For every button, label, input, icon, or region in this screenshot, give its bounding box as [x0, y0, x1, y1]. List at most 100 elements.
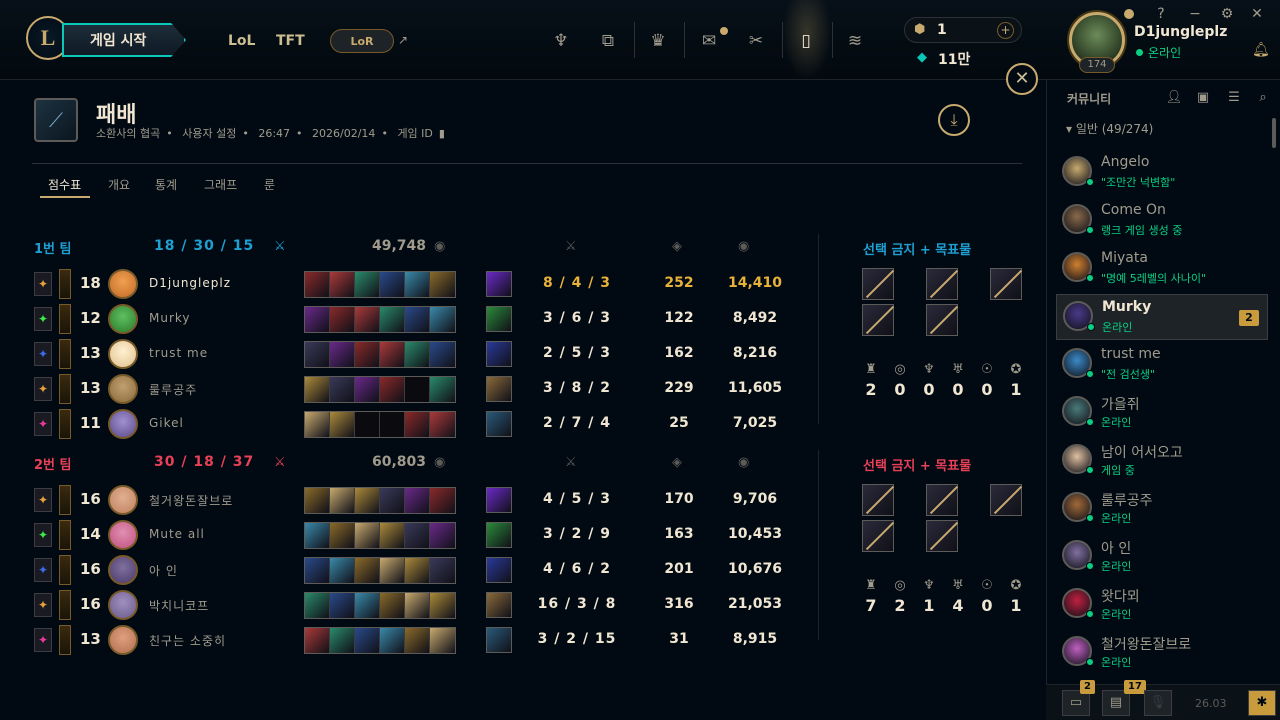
item-slot[interactable]: [380, 307, 405, 332]
champion-portrait[interactable]: [108, 590, 138, 620]
player-name[interactable]: Murky: [149, 311, 191, 325]
player-name[interactable]: trust me: [149, 346, 208, 360]
friend-item[interactable]: 남이 어서오고 게임 중: [1056, 438, 1268, 484]
add-friend-icon[interactable]: 👤︎: [1164, 90, 1184, 105]
item-slot[interactable]: [405, 488, 430, 513]
player-row[interactable]: ✦ 11 Gikel 2 / 7 / 4 25 7,025: [34, 409, 777, 439]
item-slot[interactable]: [330, 488, 355, 513]
player-name[interactable]: 철거왕돈잘브로: [149, 492, 233, 509]
item-slot[interactable]: [330, 307, 355, 332]
item-slot[interactable]: [430, 377, 455, 402]
item-slot[interactable]: [355, 593, 380, 618]
notifications-bell-icon[interactable]: 🔔︎: [1252, 42, 1270, 58]
trinket-slot[interactable]: [486, 627, 512, 653]
friend-item[interactable]: 가을쥐 온라인: [1056, 390, 1268, 436]
champion-portrait[interactable]: [108, 409, 138, 439]
item-slot[interactable]: [430, 272, 455, 297]
profile-status[interactable]: 온라인: [1148, 44, 1181, 61]
champion-portrait[interactable]: [108, 555, 138, 585]
champion-portrait[interactable]: [108, 520, 138, 550]
player-name[interactable]: D1jungleplz: [149, 276, 231, 290]
item-slot[interactable]: [380, 412, 405, 437]
player-row[interactable]: ✦ 13 친구는 소중히 3 / 2 / 15 31 8,915: [34, 625, 777, 655]
player-row[interactable]: ✦ 16 철거왕돈잘브로 4 / 5 / 3 170 9,706: [34, 485, 777, 515]
item-slot[interactable]: [355, 488, 380, 513]
item-slot[interactable]: [330, 593, 355, 618]
trinket-slot[interactable]: [486, 557, 512, 583]
champion-portrait[interactable]: [108, 339, 138, 369]
trinket-slot[interactable]: [486, 271, 512, 297]
champion-portrait[interactable]: [108, 625, 138, 655]
item-slot[interactable]: [430, 558, 455, 583]
item-slot[interactable]: [405, 272, 430, 297]
item-slot[interactable]: [305, 523, 330, 548]
item-slot[interactable]: [405, 342, 430, 367]
item-slot[interactable]: [430, 593, 455, 618]
loot-icon[interactable]: ♛: [646, 30, 670, 52]
tab-graphs[interactable]: 그래프: [204, 176, 237, 193]
match-history-icon[interactable]: ▯: [794, 30, 818, 52]
trinket-slot[interactable]: [486, 522, 512, 548]
close-window-button[interactable]: ✕: [1248, 6, 1266, 22]
item-slot[interactable]: [305, 593, 330, 618]
copy-icon[interactable]: ▮: [439, 127, 445, 140]
settings-button[interactable]: ⚙: [1218, 6, 1236, 22]
friend-item[interactable]: 왓다뫼 온라인: [1056, 582, 1268, 628]
nav-lol[interactable]: LoL: [228, 33, 255, 49]
friend-item[interactable]: trust me "전 검선생": [1056, 342, 1268, 388]
trinket-slot[interactable]: [486, 306, 512, 332]
item-slot[interactable]: [380, 523, 405, 548]
player-row[interactable]: ✦ 14 Mute all 3 / 2 / 9 163 10,453: [34, 520, 782, 550]
item-slot[interactable]: [405, 307, 430, 332]
item-slot[interactable]: [305, 558, 330, 583]
close-match-button[interactable]: ✕: [1006, 63, 1038, 95]
tab-runes[interactable]: 룬: [264, 176, 275, 193]
list-view-icon[interactable]: ☰: [1224, 90, 1244, 105]
item-slot[interactable]: [355, 307, 380, 332]
clash-icon[interactable]: ✂: [744, 30, 768, 52]
item-slot[interactable]: [405, 628, 430, 653]
item-slot[interactable]: [330, 342, 355, 367]
collection-icon[interactable]: ⧉: [596, 30, 620, 52]
friend-item[interactable]: Angelo "조만간 넉변함": [1056, 150, 1268, 196]
player-row[interactable]: ✦ 13 trust me 2 / 5 / 3 162 8,216: [34, 339, 777, 369]
nav-tft[interactable]: TFT: [276, 33, 305, 49]
item-slot[interactable]: [305, 307, 330, 332]
item-slot[interactable]: [380, 628, 405, 653]
play-button[interactable]: 게임 시작: [62, 23, 186, 57]
trinket-slot[interactable]: [486, 487, 512, 513]
item-slot[interactable]: [405, 523, 430, 548]
friend-item[interactable]: Murky 온라인 2: [1056, 294, 1268, 340]
item-slot[interactable]: [355, 523, 380, 548]
player-row[interactable]: ✦ 18 D1jungleplz 8 / 4 / 3 252 14,410: [34, 269, 782, 299]
item-slot[interactable]: [430, 412, 455, 437]
add-folder-icon[interactable]: ▣: [1193, 90, 1213, 105]
item-slot[interactable]: [380, 377, 405, 402]
friend-item[interactable]: 아 인 온라인: [1056, 534, 1268, 580]
bug-report-button[interactable]: ✱: [1248, 690, 1276, 716]
friend-item[interactable]: 철거왕돈잘브로 온라인: [1056, 630, 1268, 676]
help-button[interactable]: ?: [1152, 6, 1170, 22]
item-slot[interactable]: [330, 272, 355, 297]
champion-portrait[interactable]: [108, 269, 138, 299]
player-name[interactable]: Mute all: [149, 527, 205, 541]
player-row[interactable]: ✦ 16 박치니코프 16 / 3 / 8 316 21,053: [34, 590, 782, 620]
search-icon[interactable]: ⌕: [1253, 90, 1273, 105]
item-slot[interactable]: [305, 412, 330, 437]
player-name[interactable]: 아 인: [149, 562, 178, 579]
item-slot[interactable]: [380, 488, 405, 513]
player-name[interactable]: 박치니코프: [149, 597, 209, 614]
item-slot[interactable]: [355, 558, 380, 583]
friend-item[interactable]: Come On 랭크 게임 생성 중: [1056, 198, 1268, 244]
player-row[interactable]: ✦ 12 Murky 3 / 6 / 3 122 8,492: [34, 304, 777, 334]
item-slot[interactable]: [380, 272, 405, 297]
item-slot[interactable]: [355, 412, 380, 437]
item-slot[interactable]: [305, 488, 330, 513]
trinket-slot[interactable]: [486, 376, 512, 402]
item-slot[interactable]: [305, 342, 330, 367]
champion-portrait[interactable]: [108, 485, 138, 515]
item-slot[interactable]: [430, 307, 455, 332]
store-icon[interactable]: ✉: [697, 30, 721, 52]
item-slot[interactable]: [405, 377, 430, 402]
tab-overview[interactable]: 개요: [108, 176, 130, 193]
